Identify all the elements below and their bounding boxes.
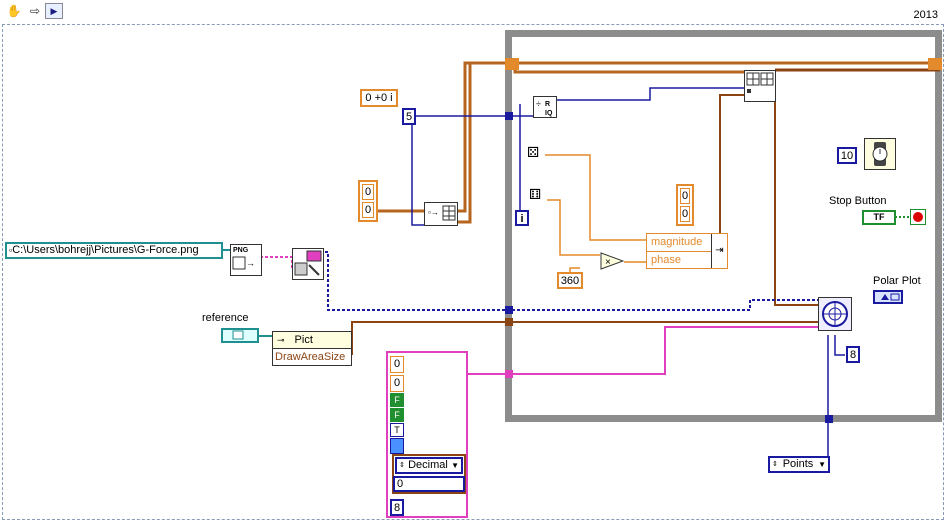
svg-text:▫→: ▫→: [428, 208, 439, 217]
svg-text:R: R: [545, 101, 550, 108]
magnitude-field[interactable]: magnitude: [647, 234, 711, 252]
dice-icon: ⚄: [527, 144, 540, 160]
ring-arrows-icon: ⇕: [772, 461, 778, 468]
toolbar: ✋ ⇨ ▶ 2013: [0, 0, 946, 22]
bundle-by-name-node[interactable]: magnitude phase ⇥: [646, 233, 728, 269]
cluster-numeric-wide[interactable]: 0: [393, 476, 465, 492]
cluster-boolean[interactable]: T: [390, 423, 404, 437]
hand-icon[interactable]: ✋: [5, 3, 23, 19]
points-ring[interactable]: ⇕ Points ▼: [768, 456, 830, 473]
multiply-icon: ×: [600, 252, 625, 270]
svg-text:IQ: IQ: [545, 110, 553, 117]
random-number-node-2[interactable]: ⚅: [529, 186, 547, 206]
draw-area-size-property[interactable]: DrawAreaSize: [273, 349, 351, 365]
array-element: 0: [680, 188, 690, 204]
run-icon[interactable]: ▶: [45, 3, 63, 19]
draw-flattened-pixmap-node[interactable]: [292, 248, 324, 280]
cluster-boolean[interactable]: F: [390, 393, 404, 407]
five-constant[interactable]: 5: [402, 108, 416, 125]
initialize-array-icon: ▫→: [428, 205, 456, 221]
quotient-remainder-node[interactable]: ÷ R IQ: [533, 96, 557, 118]
array-element[interactable]: 0: [362, 184, 374, 200]
read-file-icon: →: [232, 256, 255, 270]
complex-constant[interactable]: 0 +0 i: [360, 89, 398, 107]
cluster-numeric[interactable]: 0: [390, 356, 404, 373]
wait-ms-node[interactable]: [864, 138, 896, 170]
reference-icon: [232, 330, 244, 340]
arrow-icon[interactable]: ⇨: [26, 3, 44, 19]
multiply-node[interactable]: ×: [600, 252, 625, 270]
build-array-icon: [746, 72, 774, 93]
while-loop[interactable]: [505, 30, 942, 422]
svg-text:÷: ÷: [536, 99, 541, 109]
svg-text:×: ×: [605, 257, 611, 268]
array-element: 0: [680, 206, 690, 222]
wait-constant[interactable]: 10: [837, 147, 857, 164]
png-label: PNG: [233, 247, 249, 254]
path-constant[interactable]: ▫C:\Users\bohrejj\Pictures\G-Force.png: [5, 242, 223, 259]
reference-label: reference: [202, 312, 249, 324]
decimal-ring[interactable]: ⇕ Decimal ▼: [395, 457, 463, 474]
path-value: C:\Users\bohrejj\Pictures\G-Force.png: [12, 244, 199, 256]
divide-icon: ÷ R IQ: [536, 99, 553, 117]
output-array[interactable]: 0 0: [676, 184, 694, 226]
cluster-numeric-8[interactable]: 8: [390, 499, 404, 516]
random-number-node[interactable]: ⚄: [527, 144, 545, 164]
decimal-value: Decimal: [408, 459, 448, 471]
read-png-node[interactable]: PNG →: [230, 244, 262, 276]
reference-terminal[interactable]: [221, 328, 259, 343]
draw-pixmap-icon: [294, 250, 322, 276]
dice-icon: ⚅: [529, 186, 542, 202]
initialize-array-node[interactable]: ▫→: [424, 202, 458, 226]
format-cluster-constant[interactable]: 0 0 F F T ⇕ Decimal ▼ 0 8: [386, 351, 468, 518]
stop-button-label: Stop Button: [829, 195, 887, 207]
constant-360[interactable]: 360: [557, 272, 583, 289]
constant-8[interactable]: 8: [846, 346, 860, 363]
polar-plot-node[interactable]: [818, 297, 852, 331]
cluster-color-box[interactable]: [390, 438, 404, 454]
watch-icon: [872, 142, 888, 166]
points-value: Points: [782, 458, 814, 470]
iteration-terminal: i: [515, 210, 529, 226]
svg-text:→: →: [246, 258, 255, 268]
chevron-down-icon: ▼: [818, 460, 826, 469]
stop-icon: [913, 212, 923, 222]
pict-label: Pict: [294, 334, 313, 346]
phase-field[interactable]: phase: [647, 252, 711, 269]
property-node[interactable]: ⊸ Pict DrawAreaSize: [272, 331, 352, 366]
polar-plot-terminal[interactable]: [873, 290, 903, 304]
bundle-output-icon: ⇥: [711, 234, 727, 268]
reference-icon: ⊸: [277, 334, 285, 345]
stop-condition[interactable]: [910, 209, 926, 225]
cluster-boolean[interactable]: F: [390, 408, 404, 422]
chevron-down-icon: ▼: [451, 461, 459, 470]
array-constant[interactable]: 0 0: [358, 180, 378, 222]
cluster-numeric[interactable]: 0: [390, 375, 404, 392]
array-element[interactable]: 0: [362, 202, 374, 218]
stop-button-terminal[interactable]: TF: [862, 210, 896, 225]
picture-icon: [881, 293, 900, 301]
version-label: 2013: [913, 9, 938, 21]
polar-plot-icon: [822, 301, 848, 327]
ring-arrows-icon: ⇕: [399, 462, 405, 469]
polar-plot-label: Polar Plot: [873, 275, 921, 287]
property-node-header: ⊸ Pict: [273, 332, 351, 349]
build-array-node[interactable]: [744, 70, 776, 102]
